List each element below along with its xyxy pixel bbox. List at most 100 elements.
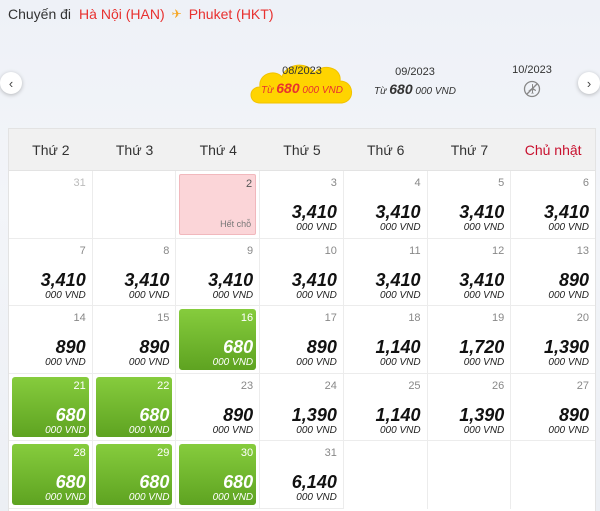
previous-month-button[interactable]: ‹ bbox=[0, 72, 22, 94]
fare-day[interactable]: 10 3,410 000 VND bbox=[263, 242, 340, 303]
month-tab-08-2023[interactable]: 08/2023 Từ 680 000 VND bbox=[246, 57, 358, 113]
day-number: 28 bbox=[73, 447, 86, 460]
fare-day[interactable]: 19 1,720 000 VND bbox=[431, 309, 508, 370]
currency-unit: 000 VND bbox=[463, 289, 505, 301]
calendar-day-cell: 4 3,410 000 VND bbox=[343, 171, 428, 239]
calendar-day-cell: 23 890 000 VND bbox=[176, 373, 261, 442]
cheapest-fare-day[interactable]: 16 680 000 VND bbox=[179, 309, 257, 370]
calendar-day-cell: 22 680 000 VND bbox=[92, 373, 177, 442]
cheapest-fare-day[interactable]: 30 680 000 VND bbox=[179, 444, 257, 505]
day-number: 26 bbox=[492, 379, 505, 392]
day-number: 22 bbox=[157, 379, 170, 392]
currency-unit: 000 VND bbox=[379, 424, 421, 436]
calendar-day-cell: 31 6,140 000 VND bbox=[260, 441, 344, 509]
currency-unit: 000 VND bbox=[296, 492, 337, 504]
cheapest-fare-day[interactable]: 28 680 000 VND bbox=[12, 444, 89, 505]
day-number: 5 bbox=[498, 177, 505, 189]
month-price-value: 680 bbox=[276, 80, 300, 96]
fare-price: 3,410 bbox=[40, 269, 86, 290]
fare-day[interactable]: 27 890 000 VND bbox=[514, 377, 592, 438]
month-tab-10-2023[interactable]: 10/2023 bbox=[493, 64, 571, 98]
fare-day[interactable]: 17 890 000 VND bbox=[263, 309, 340, 370]
day-number: 25 bbox=[408, 379, 421, 392]
fare-day[interactable]: 3 3,410 000 VND bbox=[263, 174, 340, 235]
fare-day[interactable]: 26 1,390 000 VND bbox=[431, 377, 508, 438]
currency-unit: 000 VND bbox=[128, 424, 170, 436]
next-month-button[interactable]: › bbox=[578, 72, 600, 94]
fare-day[interactable]: 23 890 000 VND bbox=[179, 377, 256, 438]
fare-day: 31 bbox=[12, 174, 89, 235]
currency-unit: 000 VND bbox=[128, 492, 170, 504]
calendar-day-cell: 25 1,140 000 VND bbox=[343, 373, 428, 442]
fare-day: 2 Hết chỗ bbox=[179, 174, 257, 235]
plane-icon: ✈ bbox=[171, 7, 182, 21]
fare-day[interactable]: 7 3,410 000 VND bbox=[12, 242, 89, 303]
calendar-day-cell: 3 3,410 000 VND bbox=[260, 171, 344, 239]
fare-price: 3,410 bbox=[459, 269, 505, 290]
cheapest-fare-day[interactable]: 21 680 000 VND bbox=[12, 376, 89, 438]
calendar-day-cell: 19 1,720 000 VND bbox=[427, 306, 512, 374]
month-price: Từ 680 000 VND bbox=[261, 80, 343, 96]
day-number: 13 bbox=[576, 244, 589, 257]
fare-day bbox=[96, 174, 173, 235]
fare-price: 680 bbox=[223, 337, 254, 358]
month-tab-09-2023[interactable]: 09/2023 Từ 680 000 VND bbox=[365, 66, 465, 97]
fare-day[interactable]: 15 890 000 VND bbox=[96, 309, 173, 370]
currency-unit: 000 VND bbox=[463, 424, 505, 436]
fare-price: 1,720 bbox=[459, 337, 505, 358]
fare-day[interactable]: 4 3,410 000 VND bbox=[347, 174, 424, 235]
fare-price: 3,410 bbox=[291, 202, 337, 222]
fare-price: 890 bbox=[139, 337, 170, 358]
chevron-left-icon: ‹ bbox=[8, 75, 14, 91]
currency-unit: 000 VND bbox=[45, 424, 86, 436]
fare-price: 1,140 bbox=[375, 404, 421, 425]
fare-day[interactable]: 31 6,140 000 VND bbox=[263, 444, 340, 505]
fare-day[interactable]: 8 3,410 000 VND bbox=[96, 242, 173, 303]
fare-day[interactable]: 9 3,410 000 VND bbox=[179, 242, 256, 303]
fare-day[interactable]: 14 890 000 VND bbox=[12, 309, 89, 370]
day-number: 21 bbox=[73, 379, 86, 392]
day-number: 3 bbox=[330, 177, 337, 189]
fare-day[interactable]: 20 1,390 000 VND bbox=[514, 309, 592, 370]
currency-unit: 000 VND bbox=[548, 289, 589, 301]
month-price-value: 680 bbox=[389, 81, 413, 97]
fare-day[interactable]: 18 1,140 000 VND bbox=[347, 309, 424, 370]
day-number: 27 bbox=[576, 379, 589, 392]
day-number: 6 bbox=[582, 177, 589, 189]
weekday-label: Thứ 4 bbox=[199, 141, 237, 158]
calendar-day-cell: 27 890 000 VND bbox=[511, 374, 595, 442]
cheapest-fare-day[interactable]: 29 680 000 VND bbox=[95, 444, 173, 505]
destination-city: Phuket (HKT) bbox=[188, 6, 274, 22]
weekday-label: Thứ 5 bbox=[283, 141, 321, 158]
fare-price: 1,140 bbox=[375, 337, 421, 358]
weekday-label: Thứ 3 bbox=[115, 141, 154, 158]
month-price: Từ 680 000 VND bbox=[374, 81, 456, 97]
day-number: 24 bbox=[324, 379, 337, 392]
calendar-day-cell bbox=[92, 171, 177, 239]
fare-day[interactable]: 12 3,410 000 VND bbox=[431, 242, 508, 303]
empty-cell bbox=[344, 441, 428, 509]
fare-day[interactable]: 5 3,410 000 VND bbox=[431, 174, 508, 235]
fare-day[interactable]: 25 1,140 000 VND bbox=[347, 377, 424, 438]
currency-unit: 000 VND bbox=[548, 424, 589, 436]
weekday-label: Thứ 7 bbox=[450, 141, 489, 158]
fare-price: 680 bbox=[55, 404, 86, 425]
cheapest-fare-day[interactable]: 22 680 000 VND bbox=[95, 376, 173, 438]
fare-day[interactable]: 6 3,410 000 VND bbox=[514, 174, 592, 235]
calendar-day-cell: 31 bbox=[9, 171, 93, 239]
currency-unit: 000 VND bbox=[128, 289, 170, 301]
origin-city: Hà Nội (HAN) bbox=[79, 6, 165, 22]
fare-day[interactable]: 13 890 000 VND bbox=[514, 242, 592, 303]
month-name: 10/2023 bbox=[512, 64, 552, 76]
fare-price: 3,410 bbox=[543, 202, 589, 222]
fare-price: 1,390 bbox=[543, 337, 589, 358]
currency-unit: 000 VND bbox=[296, 289, 337, 301]
day-number: 19 bbox=[492, 312, 505, 325]
fare-price: 1,390 bbox=[291, 404, 337, 425]
day-number: 16 bbox=[240, 312, 254, 325]
empty-cell bbox=[428, 441, 512, 509]
fare-day[interactable]: 24 1,390 000 VND bbox=[263, 377, 340, 438]
trip-label: Chuyến đi bbox=[8, 6, 72, 22]
day-number: 15 bbox=[157, 312, 170, 325]
fare-day[interactable]: 11 3,410 000 VND bbox=[347, 242, 424, 303]
